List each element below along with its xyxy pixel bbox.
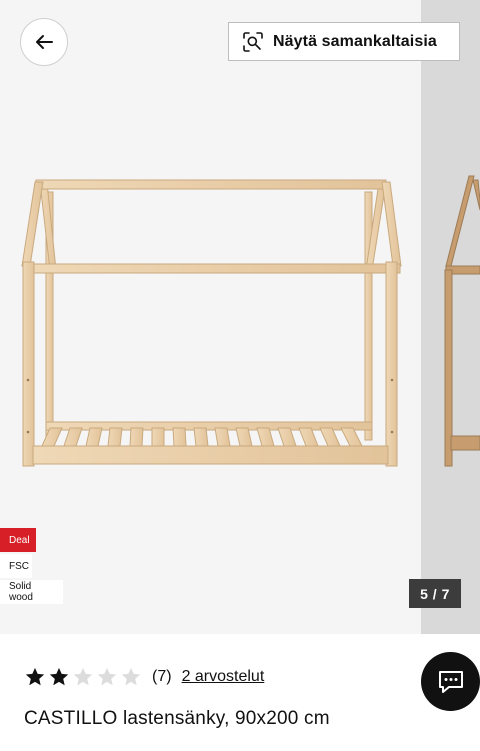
star-empty-icon (121, 667, 141, 686)
fsc-badge: FSC (0, 554, 32, 578)
product-title: CASTILLO lastensänky, 90x200 cm (24, 708, 330, 729)
image-counter: 5 / 7 (409, 579, 461, 608)
star-filled-icon (49, 667, 69, 686)
arrow-left-icon (36, 35, 53, 49)
solid-wood-badge: Solid wood (0, 580, 63, 604)
rating-row: (7) 2 arvostelut (24, 664, 264, 690)
chat-icon (438, 670, 463, 693)
rating-stars (24, 666, 142, 688)
chat-button[interactable] (421, 652, 480, 711)
back-button[interactable] (20, 18, 68, 66)
house-bed-image (21, 179, 402, 467)
visual-search-icon (243, 31, 263, 52)
product-image-current[interactable] (0, 0, 420, 634)
product-image-next[interactable] (421, 0, 480, 634)
star-filled-icon (25, 667, 45, 686)
star-empty-icon (73, 667, 93, 686)
deal-badge: Deal (0, 528, 36, 552)
rating-count: (7) (152, 668, 172, 685)
star-empty-icon (97, 667, 117, 686)
show-similar-label: Näytä samankaltaisia (273, 32, 437, 50)
product-image-gallery[interactable]: Näytä samankaltaisia Deal FSC Solid wood… (0, 0, 480, 634)
show-similar-button[interactable]: Näytä samankaltaisia (228, 22, 460, 61)
house-bed-image-next (444, 175, 480, 467)
reviews-link[interactable]: 2 arvostelut (182, 668, 265, 686)
